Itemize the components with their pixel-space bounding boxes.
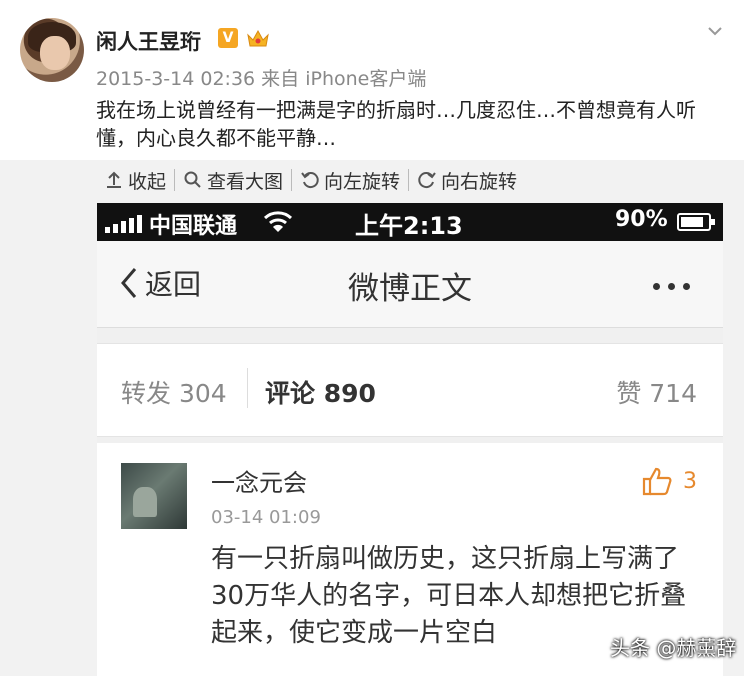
embedded-screenshot[interactable]: 中国联通 上午2:13 90% 返回 微博正文 转发 304 评论 890 赞 … — [97, 203, 723, 676]
chevron-down-icon[interactable] — [706, 22, 724, 40]
view-large-button[interactable]: 查看大图 — [175, 167, 291, 194]
comment-tab-label: 评论 — [265, 379, 316, 408]
stats-bar: 转发 304 评论 890 赞 714 — [97, 343, 723, 437]
more-options-icon[interactable] — [653, 283, 690, 290]
watermark: 头条 @赫薰辞 — [610, 636, 737, 660]
carrier-name: 中国联通 — [149, 214, 238, 239]
comment-time: 03-14 01:09 — [211, 507, 321, 528]
comment-like-count: 3 — [683, 468, 697, 494]
view-large-label: 查看大图 — [207, 170, 284, 193]
repost-tab[interactable]: 转发 304 — [121, 374, 227, 410]
phone-status-bar: 中国联通 上午2:13 90% — [97, 203, 723, 241]
rotate-right-icon — [418, 172, 436, 189]
post-header: 闲人王昱珩 V 2015-3-14 02:36 来自 iPhone客户端 我在场… — [0, 0, 744, 160]
thumbs-up-icon — [642, 467, 672, 496]
rotate-left-button[interactable]: 向左旋转 — [292, 167, 408, 194]
status-time: 上午2:13 — [355, 212, 463, 240]
phone-nav-bar: 返回 微博正文 — [97, 241, 723, 328]
comment-count: 890 — [323, 379, 376, 408]
arrow-up-icon — [107, 171, 121, 188]
battery-percent: 90% — [615, 207, 668, 232]
search-icon — [184, 171, 201, 188]
collapse-label: 收起 — [128, 170, 167, 193]
like-tab[interactable]: 赞 714 — [616, 374, 697, 410]
stats-divider — [247, 368, 248, 408]
verified-v-icon: V — [218, 28, 238, 48]
rotate-left-label: 向左旋转 — [324, 170, 401, 193]
commenter-name[interactable]: 一念元会 — [211, 463, 307, 498]
battery-icon — [677, 213, 715, 231]
signal-icon — [105, 215, 142, 233]
crown-icon — [247, 29, 269, 47]
rotate-right-label: 向右旋转 — [441, 170, 518, 193]
comment-tab[interactable]: 评论 890 — [265, 374, 376, 410]
username[interactable]: 闲人王昱珩 — [96, 26, 201, 56]
rotate-right-button[interactable]: 向右旋转 — [409, 167, 525, 194]
user-avatar[interactable] — [20, 18, 84, 82]
wifi-icon — [263, 211, 293, 232]
rotate-left-icon — [301, 172, 319, 189]
post-text: 我在场上说曾经有一把满是字的折扇时…几度忍住…不曾想竟有人听懂，内心良久都不能平… — [96, 98, 696, 150]
commenter-avatar[interactable] — [121, 463, 187, 529]
collapse-button[interactable]: 收起 — [96, 167, 174, 194]
page-title: 微博正文 — [348, 271, 472, 307]
comment-like-button[interactable]: 3 — [641, 465, 697, 497]
image-toolbar: 收起 查看大图 向左旋转 向右旋转 — [96, 164, 525, 196]
post-meta: 2015-3-14 02:36 来自 iPhone客户端 — [96, 68, 427, 90]
